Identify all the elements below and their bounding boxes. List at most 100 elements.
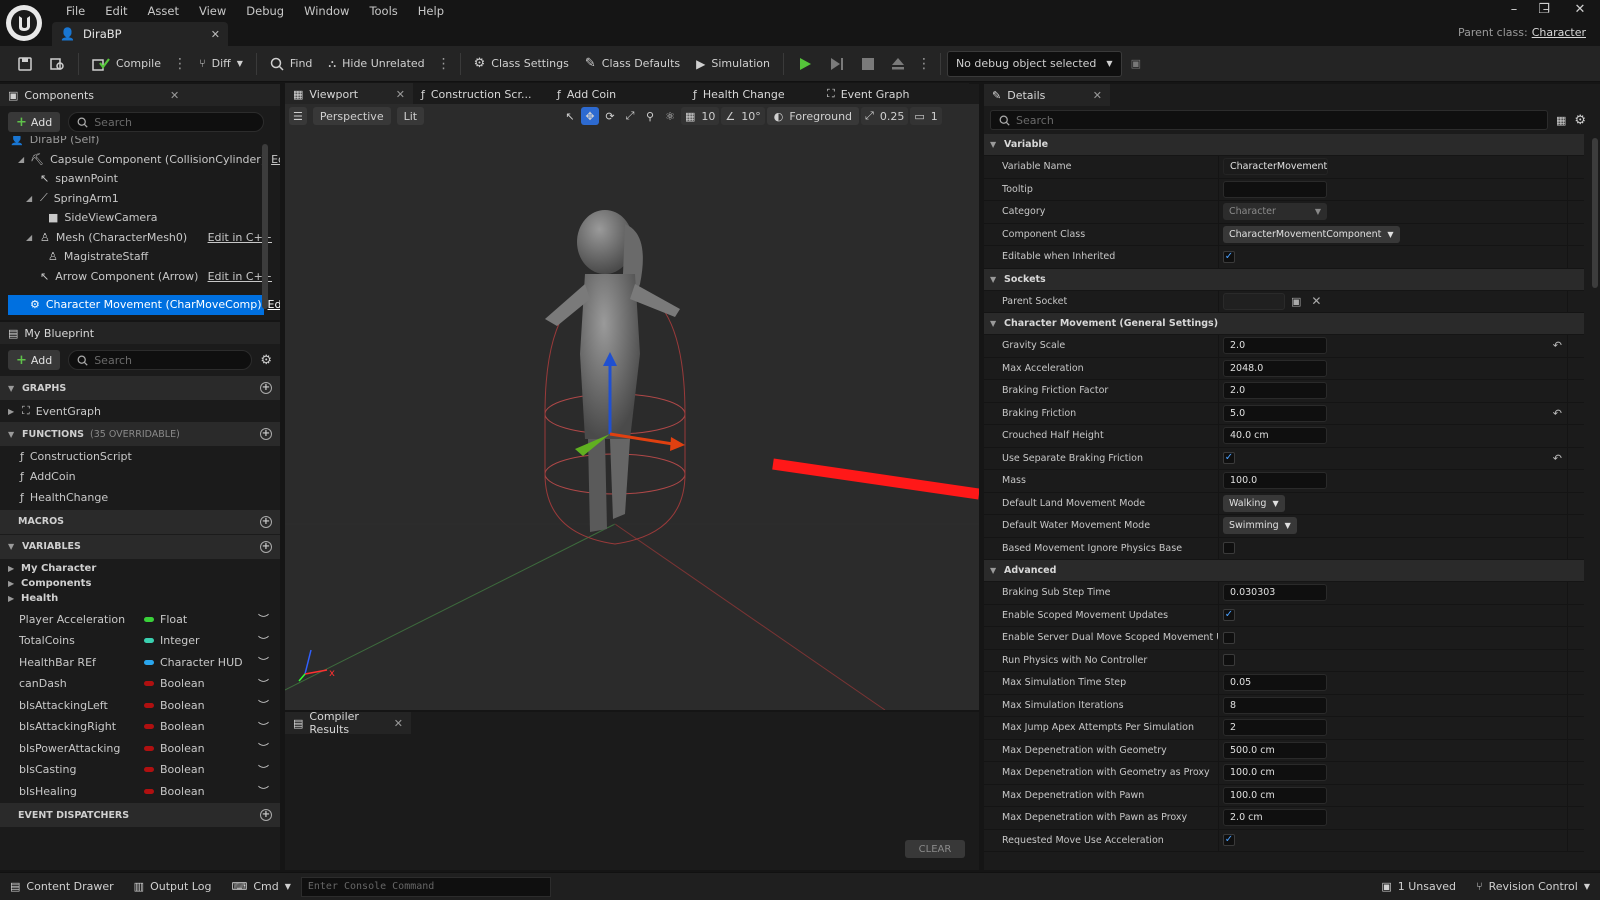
eye-closed-icon[interactable]: ︶: [258, 676, 280, 692]
variable-row[interactable]: HealthBar REf Character HUD ︶: [0, 652, 280, 674]
debug-browse-icon[interactable]: ▣: [1124, 51, 1148, 77]
menu-window[interactable]: Window: [294, 4, 359, 18]
eye-closed-icon[interactable]: ︶: [258, 783, 280, 799]
property-checkbox[interactable]: [1223, 654, 1235, 667]
components-tab[interactable]: ▣ Components ✕: [0, 84, 280, 106]
details-section-header[interactable]: ▼ Sockets: [984, 268, 1584, 291]
tab-viewport[interactable]: ▦ Viewport ✕: [285, 83, 413, 105]
eye-closed-icon[interactable]: ︶: [258, 611, 280, 627]
viewport-menu-button[interactable]: ☰: [289, 107, 307, 125]
menu-asset[interactable]: Asset: [138, 4, 189, 18]
tree-item-capsule[interactable]: ◢ ⛏ Capsule Component (CollisionCylinder…: [0, 150, 280, 170]
section-macros[interactable]: MACROS +: [0, 509, 280, 534]
property-checkbox[interactable]: ✓: [1223, 834, 1235, 847]
add-function-icon[interactable]: +: [260, 428, 272, 440]
tree-item-camera[interactable]: ■ SideViewCamera: [0, 208, 280, 228]
compile-button[interactable]: Compile: [85, 51, 168, 77]
property-value-input[interactable]: [1223, 180, 1327, 198]
output-log-button[interactable]: ▥ Output Log: [124, 873, 222, 900]
graph-item[interactable]: ▶ ⛶ EventGraph: [0, 400, 280, 422]
tree-item-staff[interactable]: ♙ MagistrateStaff: [0, 247, 280, 267]
property-value-input[interactable]: 2048.0: [1223, 359, 1327, 377]
section-functions[interactable]: ▼ FUNCTIONS (35 OVERRIDABLE) +: [0, 422, 280, 446]
details-section-header[interactable]: ▼ Advanced: [984, 560, 1584, 582]
parent-socket-field[interactable]: [1223, 292, 1285, 310]
property-dropdown[interactable]: Swimming ▼: [1223, 517, 1297, 535]
console-command-input[interactable]: Enter Console Command: [300, 876, 551, 897]
close-window-icon[interactable]: ✕: [1566, 2, 1594, 20]
menu-edit[interactable]: Edit: [95, 4, 137, 18]
add-member-button[interactable]: + Add: [8, 350, 61, 370]
property-value-input[interactable]: 100.0: [1223, 472, 1327, 490]
eye-closed-icon[interactable]: ︶: [258, 633, 280, 649]
components-search-input[interactable]: Search: [68, 112, 265, 132]
rotate-mode-icon[interactable]: ⟳: [601, 107, 619, 125]
tree-item-spawnpoint[interactable]: ↖ spawnPoint: [0, 169, 280, 189]
lit-button[interactable]: Lit: [396, 107, 425, 125]
tab-health-change[interactable]: ƒ Health Change: [685, 83, 819, 105]
scale-mode-icon[interactable]: ⤢: [621, 107, 639, 125]
property-value-input[interactable]: 0.05: [1223, 674, 1327, 692]
property-value-input[interactable]: 8: [1223, 696, 1327, 714]
property-value-input[interactable]: 40.0 cm: [1223, 427, 1327, 445]
perspective-button[interactable]: Perspective: [312, 107, 391, 125]
eye-closed-icon[interactable]: ︶: [258, 740, 280, 756]
restore-window-icon[interactable]: ❐: [1530, 2, 1558, 20]
variable-row[interactable]: bIsHealing Boolean ︶: [0, 781, 280, 803]
eye-closed-icon[interactable]: ︶: [258, 654, 280, 670]
variable-category[interactable]: ▶ Components: [0, 576, 280, 591]
property-dropdown[interactable]: Walking ▼: [1223, 494, 1285, 512]
clear-button[interactable]: CLEAR: [905, 840, 965, 858]
section-graphs[interactable]: ▼ GRAPHS +: [0, 376, 280, 400]
clear-socket-icon[interactable]: ✕: [1311, 294, 1321, 308]
hide-unrelated-options-icon[interactable]: ⋮: [434, 56, 454, 72]
save-icon[interactable]: [10, 51, 40, 77]
function-item[interactable]: ƒ HealthChange: [0, 487, 280, 508]
class-settings-button[interactable]: ⚙ Class Settings: [467, 51, 576, 77]
variable-row[interactable]: Player Acceleration Float ︶: [0, 609, 280, 631]
tab-add-coin[interactable]: ƒ Add Coin: [549, 83, 685, 105]
browse-socket-icon[interactable]: ▣: [1291, 295, 1301, 308]
step-button[interactable]: [822, 51, 852, 77]
table-view-icon[interactable]: ▦: [1556, 114, 1566, 127]
property-value-input[interactable]: 2.0: [1223, 382, 1327, 400]
surface-snap-icon[interactable]: ⚛: [661, 107, 679, 125]
class-defaults-button[interactable]: ✎ Class Defaults: [578, 51, 687, 77]
close-icon[interactable]: ✕: [396, 88, 405, 101]
parent-class-link[interactable]: Character: [1532, 26, 1586, 39]
blueprint-search-input[interactable]: Search: [68, 350, 253, 370]
property-value-input[interactable]: 2.0: [1223, 337, 1327, 355]
property-checkbox[interactable]: ✓: [1223, 250, 1235, 263]
property-value-input[interactable]: 2.0 cm: [1223, 809, 1327, 827]
translate-mode-icon[interactable]: ✥: [581, 107, 599, 125]
property-checkbox[interactable]: [1223, 542, 1235, 555]
compile-options-icon[interactable]: ⋮: [170, 56, 190, 72]
variable-category[interactable]: ▶ My Character: [0, 561, 280, 576]
simulation-button[interactable]: ▶ Simulation: [689, 51, 777, 77]
variable-row[interactable]: bIsPowerAttacking Boolean ︶: [0, 738, 280, 760]
eye-closed-icon[interactable]: ︶: [258, 719, 280, 735]
document-tab[interactable]: 👤 DiraBP ✕: [52, 22, 228, 46]
edit-in-cpp-link[interactable]: Edit i: [271, 153, 280, 166]
property-checkbox[interactable]: ✓: [1223, 609, 1235, 622]
reset-to-default-icon[interactable]: ↶: [1553, 452, 1562, 465]
find-button[interactable]: Find: [263, 51, 320, 77]
property-value[interactable]: CharacterMovement: [1223, 158, 1329, 176]
edit-in-cpp-link[interactable]: Edit in C++: [208, 231, 280, 244]
content-drawer-button[interactable]: ▤ Content Drawer: [0, 873, 124, 900]
add-graph-icon[interactable]: +: [260, 382, 272, 394]
unsaved-button[interactable]: ▣ 1 Unsaved: [1371, 873, 1466, 900]
scale-snap-button[interactable]: ⤢ 0.25: [861, 107, 909, 125]
menu-tools[interactable]: Tools: [359, 4, 407, 18]
property-value-input[interactable]: 100.0 cm: [1223, 786, 1327, 804]
menu-help[interactable]: Help: [408, 4, 454, 18]
compiler-results-tab[interactable]: ▤ Compiler Results ✕: [285, 710, 411, 736]
tab-event-graph[interactable]: ⛶ Event Graph: [819, 83, 969, 105]
variable-row[interactable]: canDash Boolean ︶: [0, 673, 280, 695]
section-variables[interactable]: ▼ VARIABLES +: [0, 534, 280, 559]
foreground-button[interactable]: ◐ Foreground: [766, 107, 860, 125]
component-root[interactable]: 👤 DiraBP (Self): [0, 136, 280, 150]
eject-button[interactable]: [884, 51, 912, 77]
property-dropdown[interactable]: Character ▼: [1223, 203, 1327, 221]
cmd-dropdown[interactable]: ⌨ Cmd ▼: [221, 873, 300, 900]
